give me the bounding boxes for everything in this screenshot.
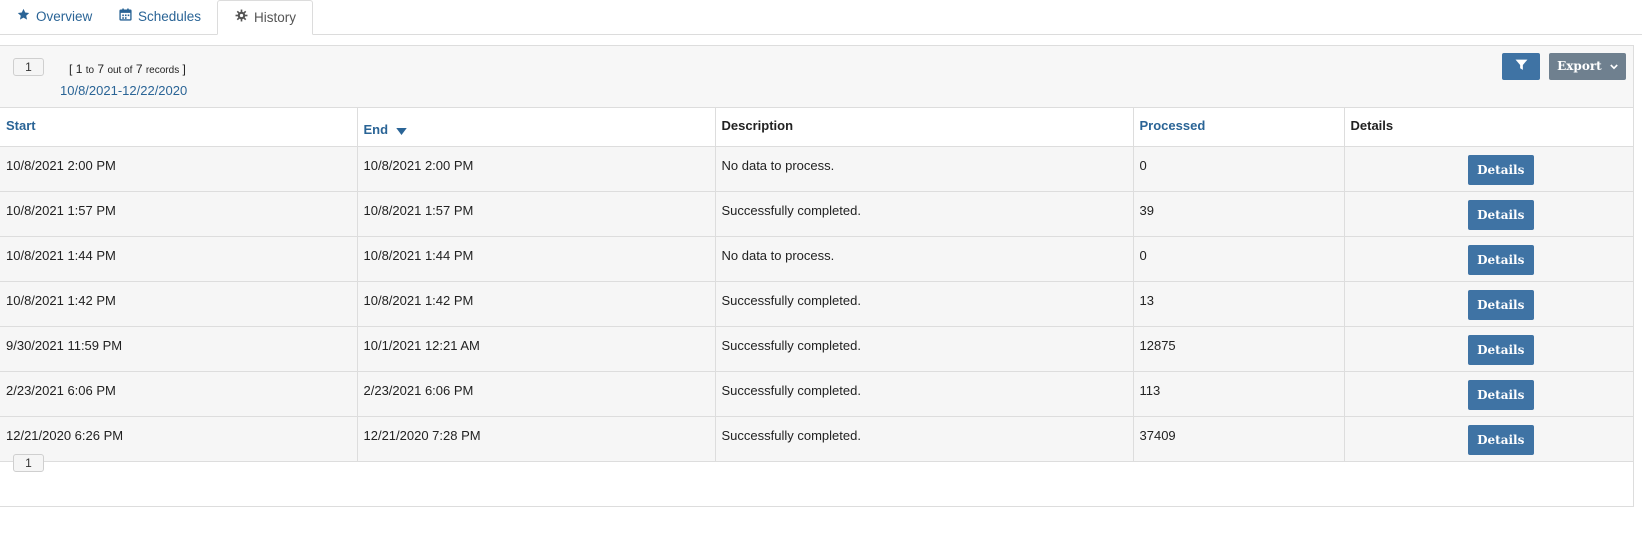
cell-description: No data to process. <box>715 236 1134 282</box>
tab-bar: Overview Schedules History <box>0 0 1642 35</box>
details-button[interactable]: Details <box>1467 379 1534 410</box>
sort-descending-icon <box>395 123 407 138</box>
column-header-description: Description <box>715 108 1134 147</box>
record-count-outof-word: out of <box>107 65 133 76</box>
table-row: 10/8/2021 2:00 PM 10/8/2021 2:00 PM No d… <box>0 146 1633 192</box>
cell-end: 10/8/2021 1:44 PM <box>357 236 716 282</box>
cell-details: Details <box>1344 416 1633 462</box>
table-row: 10/8/2021 1:42 PM 10/8/2021 1:42 PM Succ… <box>0 281 1633 327</box>
record-count-total: 7 <box>135 62 143 76</box>
record-count-open-bracket: [ <box>69 62 73 76</box>
column-header-start[interactable]: Start <box>0 108 358 147</box>
table-row: 9/30/2021 11:59 PM 10/1/2021 12:21 AM Su… <box>0 326 1633 372</box>
details-button[interactable]: Details <box>1467 199 1534 230</box>
cell-processed: 13 <box>1133 281 1345 327</box>
tab-overview[interactable]: Overview <box>0 0 108 35</box>
tab-overview-label: Overview <box>36 9 93 24</box>
column-header-end[interactable]: End <box>357 108 716 147</box>
column-header-processed[interactable]: Processed <box>1133 108 1345 147</box>
record-count: [ 1 to 7 out of 7 records ] <box>69 62 186 76</box>
record-count-records-word: records <box>145 65 180 76</box>
cell-end: 10/8/2021 1:42 PM <box>357 281 716 327</box>
cell-start: 2/23/2021 6:06 PM <box>0 371 358 417</box>
pagination-page-button-bottom[interactable]: 1 <box>13 454 44 472</box>
cell-description: No data to process. <box>715 146 1134 192</box>
pagination-page-button[interactable]: 1 <box>13 58 44 76</box>
table-header-row: Start End Description Processed Details <box>0 108 1633 147</box>
cell-description: Successfully completed. <box>715 281 1134 327</box>
cell-details: Details <box>1344 191 1633 237</box>
cell-details: Details <box>1344 236 1633 282</box>
tab-history[interactable]: History <box>217 0 314 35</box>
cell-start: 10/8/2021 1:44 PM <box>0 236 358 282</box>
cell-start: 10/8/2021 1:57 PM <box>0 191 358 237</box>
cell-processed: 113 <box>1133 371 1345 417</box>
calendar-icon <box>118 0 132 33</box>
column-header-details: Details <box>1344 108 1633 147</box>
cell-end: 2/23/2021 6:06 PM <box>357 371 716 417</box>
export-button[interactable]: Export <box>1549 53 1626 80</box>
filter-icon <box>1515 58 1528 75</box>
cell-description: Successfully completed. <box>715 326 1134 372</box>
details-button[interactable]: Details <box>1467 244 1534 275</box>
history-table: Start End Description Processed Details … <box>0 108 1633 462</box>
column-header-description-label: Description <box>721 118 794 133</box>
cell-description: Successfully completed. <box>715 416 1134 462</box>
panel-toolbar: 1 [ 1 to 7 out of 7 records ] 10/8/2021-… <box>0 46 1633 108</box>
record-count-to-word: to <box>85 65 95 76</box>
cell-end: 10/1/2021 12:21 AM <box>357 326 716 372</box>
cell-processed: 0 <box>1133 236 1345 282</box>
details-button[interactable]: Details <box>1467 424 1534 455</box>
table-row: 10/8/2021 1:44 PM 10/8/2021 1:44 PM No d… <box>0 236 1633 282</box>
column-header-details-label: Details <box>1350 118 1394 133</box>
date-range-link[interactable]: 10/8/2021-12/22/2020 <box>60 83 187 98</box>
history-panel: 1 [ 1 to 7 out of 7 records ] 10/8/2021-… <box>0 45 1634 507</box>
column-header-start-label: Start <box>6 118 36 133</box>
cell-processed: 37409 <box>1133 416 1345 462</box>
cell-start: 10/8/2021 2:00 PM <box>0 146 358 192</box>
record-count-close-bracket: ] <box>182 62 186 76</box>
details-button[interactable]: Details <box>1467 154 1534 185</box>
column-header-processed-label: Processed <box>1139 118 1206 133</box>
cell-details: Details <box>1344 281 1633 327</box>
cell-start: 9/30/2021 11:59 PM <box>0 326 358 372</box>
cell-end: 10/8/2021 2:00 PM <box>357 146 716 192</box>
cell-details: Details <box>1344 146 1633 192</box>
details-button[interactable]: Details <box>1467 289 1534 320</box>
table-row: 10/8/2021 1:57 PM 10/8/2021 1:57 PM Succ… <box>0 191 1633 237</box>
export-button-label: Export <box>1557 59 1602 73</box>
cell-details: Details <box>1344 326 1633 372</box>
tab-schedules[interactable]: Schedules <box>102 0 217 35</box>
cell-processed: 39 <box>1133 191 1345 237</box>
column-header-end-label: End <box>363 122 389 137</box>
cell-start: 10/8/2021 1:42 PM <box>0 281 358 327</box>
details-button[interactable]: Details <box>1467 334 1534 365</box>
cell-description: Successfully completed. <box>715 371 1134 417</box>
cell-processed: 0 <box>1133 146 1345 192</box>
table-row: 12/21/2020 6:26 PM 12/21/2020 7:28 PM Su… <box>0 416 1633 462</box>
cell-start: 12/21/2020 6:26 PM <box>0 416 358 462</box>
record-count-to: 7 <box>97 62 105 76</box>
star-icon <box>16 0 30 33</box>
chevron-down-icon <box>1610 53 1618 80</box>
cell-details: Details <box>1344 371 1633 417</box>
cell-description: Successfully completed. <box>715 191 1134 237</box>
cell-end: 12/21/2020 7:28 PM <box>357 416 716 462</box>
tab-history-label: History <box>254 10 297 25</box>
gear-icon <box>234 1 248 34</box>
filter-button[interactable] <box>1502 53 1540 80</box>
cell-end: 10/8/2021 1:57 PM <box>357 191 716 237</box>
cell-processed: 12875 <box>1133 326 1345 372</box>
table-row: 2/23/2021 6:06 PM 2/23/2021 6:06 PM Succ… <box>0 371 1633 417</box>
record-count-from: 1 <box>75 62 83 76</box>
tab-schedules-label: Schedules <box>138 9 202 24</box>
